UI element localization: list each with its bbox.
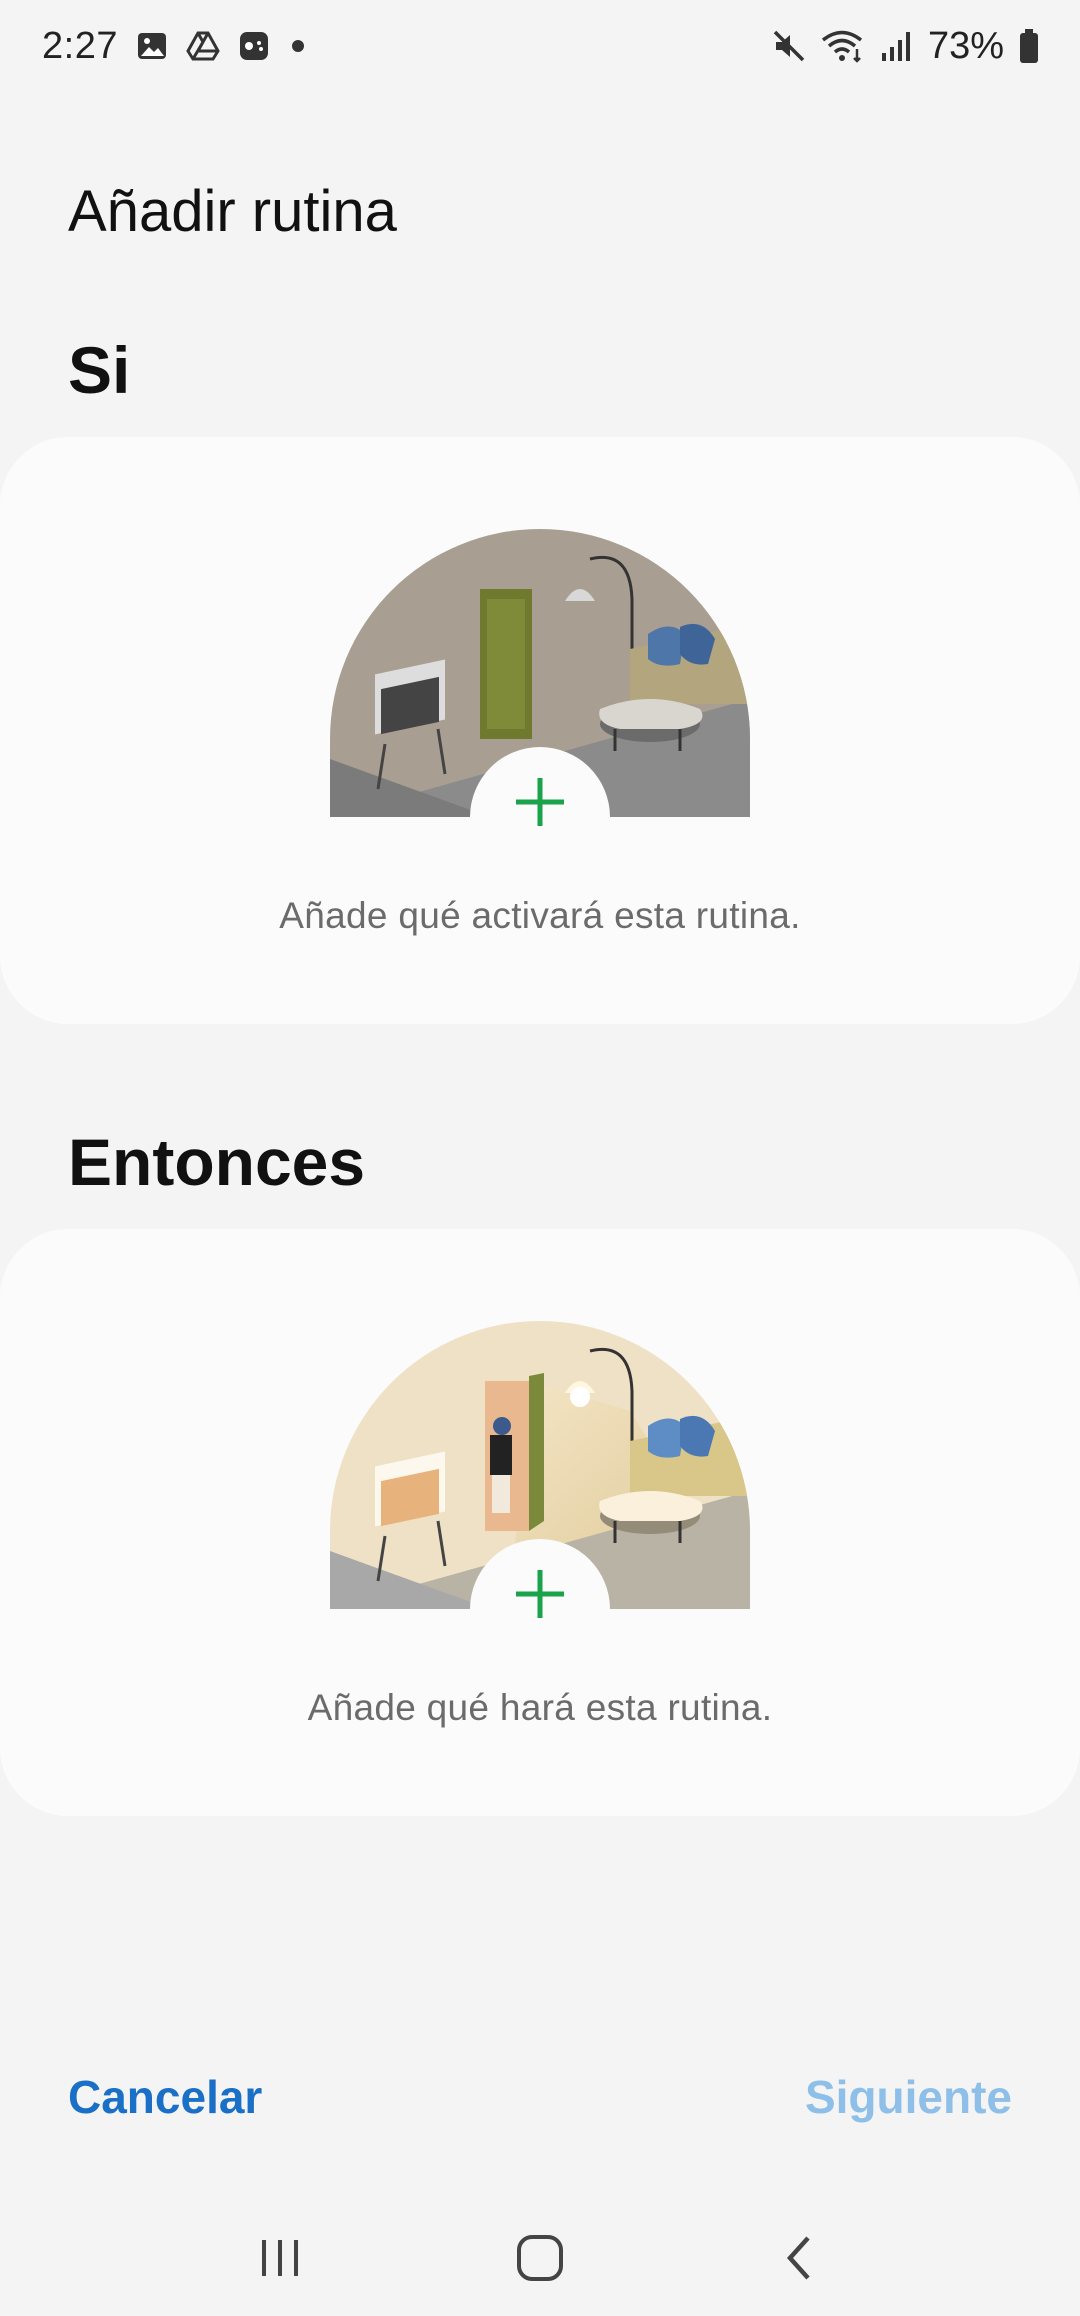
gallery-icon [136,30,168,62]
then-section-label: Entonces [68,1125,366,1199]
add-trigger-button[interactable] [470,752,610,852]
dot-icon [288,36,308,56]
battery-icon [1018,28,1040,64]
page-title: Añadir rutina [68,179,397,244]
if-section-label: Si [68,333,131,407]
cancel-button[interactable]: Cancelar [68,2070,262,2124]
status-left: 2:27 [42,25,308,68]
plus-icon [516,1570,564,1618]
if-card[interactable]: Añade qué activará esta rutina. [0,437,1080,1024]
mute-icon [772,29,806,63]
status-right: 73% [772,25,1040,68]
back-icon[interactable] [755,2213,845,2303]
home-icon[interactable] [495,2213,585,2303]
plus-icon [516,778,564,826]
drive-icon [186,30,220,62]
battery-percent: 73% [927,24,1004,67]
then-card[interactable]: Añade qué hará esta rutina. [0,1229,1080,1816]
if-card-caption: Añade qué activará esta rutina. [279,895,801,936]
then-card-caption: Añade qué hará esta rutina. [307,1687,773,1728]
recents-icon[interactable] [235,2213,325,2303]
navigation-bar [0,2200,1080,2316]
add-action-button[interactable] [470,1544,610,1644]
signal-icon [880,29,914,63]
next-button[interactable]: Siguiente [805,2070,1012,2124]
status-bar: 2:27 73% [0,0,1080,92]
wifi-icon [820,29,866,63]
game-icon [238,30,270,62]
status-time: 2:27 [42,24,118,67]
